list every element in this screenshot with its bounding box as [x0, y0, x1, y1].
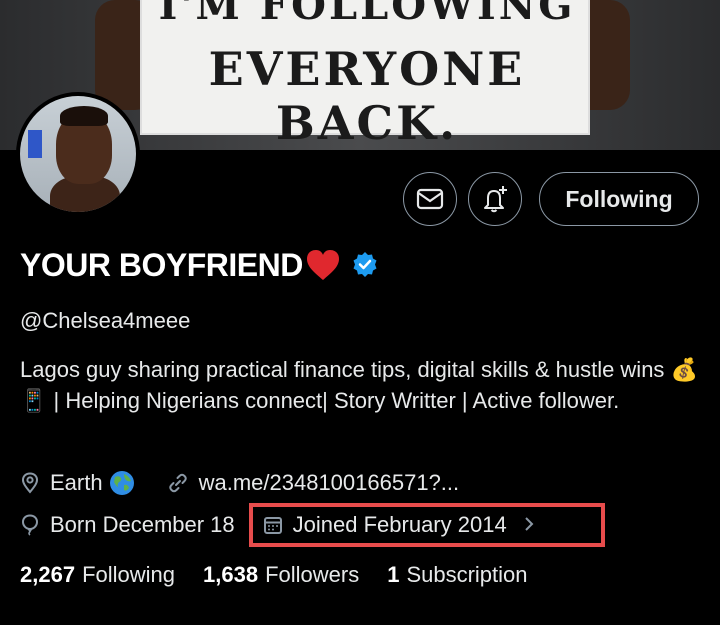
bell-plus-icon [484, 186, 507, 213]
meta-row-location-link: Earth wa.me/2348100166571?... [20, 468, 459, 498]
avatar-image [20, 96, 136, 212]
verified-badge-icon[interactable] [351, 251, 379, 279]
followers-stat-label: Followers [265, 562, 360, 587]
map-pin-icon [21, 472, 39, 494]
subscription-count: 1 [387, 562, 400, 587]
website-text[interactable]: wa.me/2348100166571?... [199, 470, 460, 496]
location-text: Earth [50, 470, 103, 495]
sign-line-2: EVERYONE BACK. [208, 42, 526, 150]
highlight-box [249, 503, 605, 547]
heart-icon [305, 248, 341, 282]
balloon-icon [21, 514, 39, 536]
avatar[interactable] [16, 92, 140, 216]
location: Earth [20, 470, 145, 496]
globe-icon [109, 470, 145, 496]
sign-line-1: I'M FOLLOWING [158, 0, 576, 29]
banner-sign: I'M FOLLOWING EVERYONE BACK. [140, 0, 590, 150]
following-stat[interactable]: 2,267 Following [20, 562, 175, 588]
subscription-stat[interactable]: 1 Subscription [387, 562, 527, 588]
link-icon [168, 473, 187, 493]
following-stat-label: Following [82, 562, 175, 587]
message-button[interactable] [403, 172, 457, 226]
birthday: Born December 18 [20, 512, 235, 538]
followers-stat[interactable]: 1,638 Followers [203, 562, 359, 588]
name-row: YOUR BOYFRIEND [20, 244, 379, 286]
subscription-stat-label: Subscription [406, 562, 528, 587]
display-name: YOUR BOYFRIEND [20, 246, 303, 283]
envelope-icon [416, 188, 444, 210]
handle: @Chelsea4meee [20, 308, 191, 333]
avatar-hair [60, 106, 108, 126]
following-count: 2,267 [20, 562, 76, 587]
website-link[interactable]: wa.me/2348100166571?... [167, 470, 460, 496]
notify-button[interactable] [468, 172, 522, 226]
avatar-bg-detail [28, 130, 42, 158]
birthday-text: Born December 18 [50, 512, 235, 537]
following-button[interactable]: Following [539, 172, 699, 226]
bio: Lagos guy sharing practical finance tips… [20, 357, 698, 413]
followers-count: 1,638 [203, 562, 259, 587]
follow-stats: 2,267 Following 1,638 Followers 1 Subscr… [20, 560, 556, 590]
